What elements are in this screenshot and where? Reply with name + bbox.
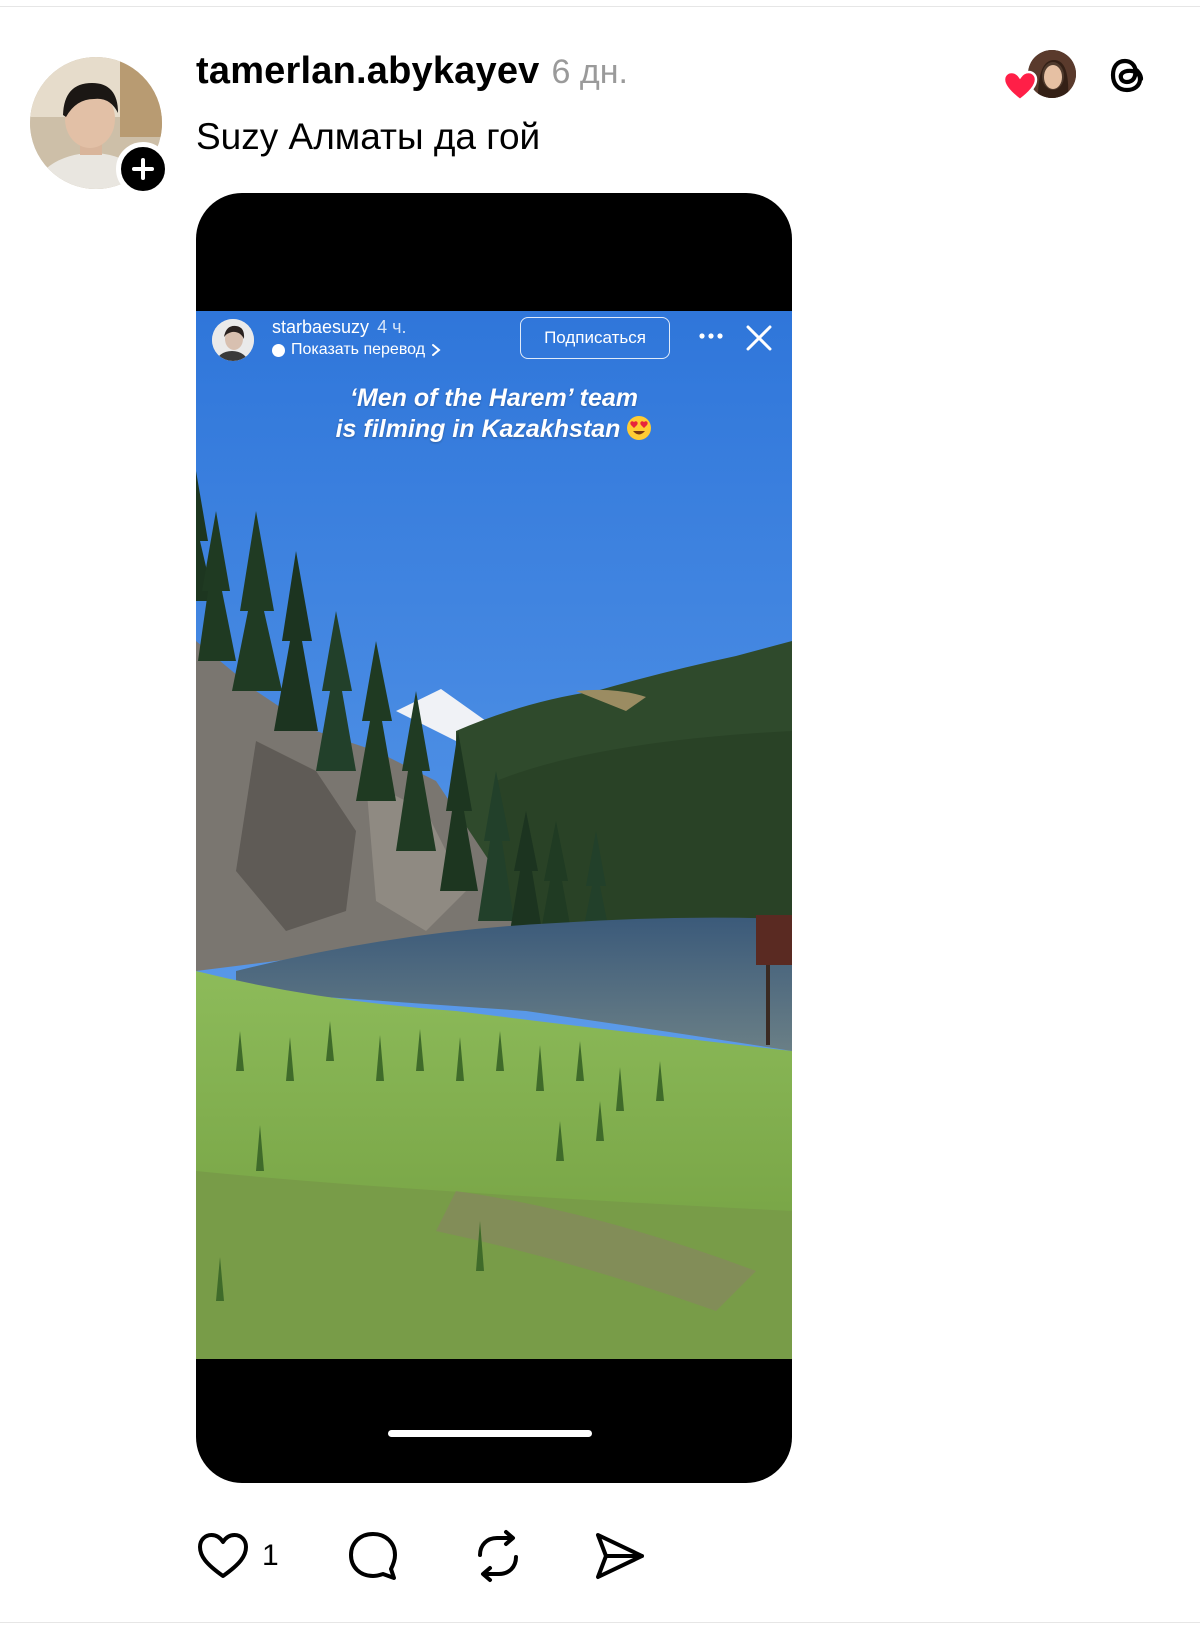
story-text-line-2: is filming in Kazakhstan [335, 415, 621, 443]
threads-icon[interactable] [1102, 50, 1152, 100]
follow-button[interactable] [116, 142, 170, 196]
ellipsis-icon[interactable] [696, 321, 726, 351]
story-text-line-1: ‘Men of the Harem’ team [349, 384, 639, 412]
home-indicator [388, 1430, 592, 1437]
plus-icon [132, 158, 154, 180]
like-button[interactable]: 1 [196, 1528, 279, 1584]
story-username[interactable]: starbaesuzy [272, 317, 369, 337]
mountain-lake-scene [196, 311, 792, 1359]
comment-button[interactable] [346, 1528, 400, 1584]
story-text: ‘Men of the Harem’ team is filming in Ka… [196, 383, 792, 445]
show-translation-label: Показать перевод [291, 341, 426, 358]
like-count: 1 [262, 1539, 279, 1572]
post-time: 6 дн. [551, 53, 628, 91]
heart-eyes-emoji [627, 416, 652, 440]
heart-icon [1002, 70, 1038, 102]
translate-bubble-icon [272, 343, 285, 357]
chevron-right-icon [432, 344, 441, 356]
send-icon [596, 1533, 644, 1579]
close-icon[interactable] [744, 323, 774, 353]
top-divider [0, 6, 1200, 7]
post-media[interactable]: starbaesuzy 4 ч. Показать перевод Подписа… [196, 193, 792, 1483]
post-caption: Suzy Алматы да гой [196, 116, 541, 157]
repost-button[interactable] [470, 1528, 526, 1584]
story-time: 4 ч. [377, 317, 407, 337]
story-text-line-2-wrap: is filming in Kazakhstan [196, 414, 792, 445]
author-username[interactable]: tamerlan.abykayev [196, 50, 540, 93]
repost-icon [478, 1530, 518, 1582]
heart-outline-icon [198, 1533, 248, 1578]
post-actions: 1 [196, 1528, 716, 1584]
threads-post-page: tamerlan.abykayev 6 дн. Suzy Алматы да г… [0, 0, 1200, 1628]
share-button[interactable] [592, 1528, 648, 1584]
story-header: starbaesuzy 4 ч. Показать перевод Подписа… [196, 311, 792, 371]
show-translation-link[interactable]: Показать перевод [272, 341, 441, 359]
post-meta: tamerlan.abykayev 6 дн. [196, 50, 628, 93]
story-author-avatar[interactable] [212, 319, 254, 361]
subscribe-button[interactable]: Подписаться [520, 317, 670, 359]
story-user-line: starbaesuzy 4 ч. [272, 317, 406, 338]
bottom-divider [0, 1622, 1200, 1623]
story-screenshot: starbaesuzy 4 ч. Показать перевод Подписа… [196, 311, 792, 1359]
comment-icon [349, 1532, 397, 1580]
